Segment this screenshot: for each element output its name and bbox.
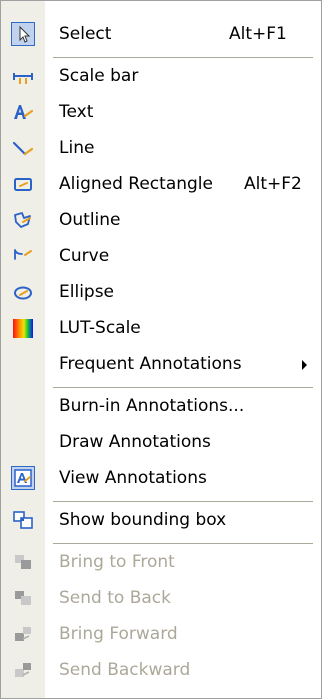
menu-item-bring-to-front-label: Bring to Front: [59, 552, 175, 572]
menu-item-scale-bar-label: Scale bar: [59, 66, 139, 86]
menu-item-draw-annotations[interactable]: Draw Annotations: [1, 424, 321, 460]
menu-item-text[interactable]: Text: [1, 94, 321, 130]
menu-item-line[interactable]: Line: [1, 130, 321, 166]
pointer-arrow-icon: [11, 22, 35, 46]
menu-item-send-backward-label: Send Backward: [59, 660, 191, 680]
menu-item-view-annotations-label: View Annotations: [59, 468, 207, 488]
menu-item-aligned-rectangle-label: Aligned Rectangle: [59, 174, 213, 194]
ellipse-tool-icon: [12, 281, 34, 303]
view-annotations-icon: [11, 466, 35, 490]
menu-item-lut-scale[interactable]: LUT-Scale: [1, 310, 321, 346]
menu-item-scale-bar[interactable]: Scale bar: [1, 58, 321, 94]
submenu-arrow-icon: [302, 360, 307, 370]
menu-item-select-label: Select: [59, 24, 112, 44]
scale-bar-icon: [12, 65, 34, 87]
curve-tool-icon: [12, 245, 34, 267]
menu-item-curve[interactable]: Curve: [1, 238, 321, 274]
menu-item-bring-forward-label: Bring Forward: [59, 624, 178, 644]
menu-item-bring-forward: Bring Forward: [1, 616, 321, 652]
menu-item-frequent-annotations[interactable]: Frequent Annotations: [1, 346, 321, 382]
menu-item-ellipse-label: Ellipse: [59, 282, 115, 302]
menu-item-send-to-back: Send to Back: [1, 580, 321, 616]
menu-item-curve-label: Curve: [59, 246, 110, 266]
menu-item-aligned-rectangle[interactable]: Aligned Rectangle Alt+F2: [1, 166, 321, 202]
menu-item-show-bounding-box-label: Show bounding box: [59, 510, 227, 530]
send-backward-icon: [12, 659, 34, 681]
outline-tool-icon: [12, 209, 34, 231]
menu-item-bring-to-front: Bring to Front: [1, 544, 321, 580]
menu-item-draw-annotations-label: Draw Annotations: [59, 432, 211, 452]
aligned-rectangle-icon: [12, 173, 34, 195]
bring-to-front-icon: [12, 551, 34, 573]
bounding-box-icon: [12, 509, 34, 531]
lut-scale-icon: [12, 317, 34, 339]
menu-item-show-bounding-box[interactable]: Show bounding box: [1, 502, 321, 538]
menu-item-line-label: Line: [59, 138, 95, 158]
menu-item-lut-scale-label: LUT-Scale: [59, 318, 141, 338]
annotation-context-menu: Select Alt+F1 Scale bar Text Line Aligne…: [0, 0, 322, 699]
menu-item-ellipse[interactable]: Ellipse: [1, 274, 321, 310]
line-tool-icon: [12, 137, 34, 159]
menu-item-outline[interactable]: Outline: [1, 202, 321, 238]
menu-item-frequent-annotations-label: Frequent Annotations: [59, 354, 242, 374]
menu-item-view-annotations[interactable]: View Annotations: [1, 460, 321, 496]
menu-item-send-backward: Send Backward: [1, 652, 321, 688]
send-to-back-icon: [12, 587, 34, 609]
menu-item-outline-label: Outline: [59, 210, 121, 230]
menu-item-select-shortcut: Alt+F1: [229, 24, 287, 44]
menu-item-burn-in-annotations-label: Burn-in Annotations...: [59, 396, 245, 416]
menu-item-select[interactable]: Select Alt+F1: [1, 16, 321, 52]
bring-forward-icon: [12, 623, 34, 645]
menu-item-text-label: Text: [59, 102, 94, 122]
menu-item-send-to-back-label: Send to Back: [59, 588, 171, 608]
text-annotation-icon: [12, 101, 34, 123]
menu-item-aligned-rectangle-shortcut: Alt+F2: [244, 174, 302, 194]
menu-item-burn-in-annotations[interactable]: Burn-in Annotations...: [1, 388, 321, 424]
